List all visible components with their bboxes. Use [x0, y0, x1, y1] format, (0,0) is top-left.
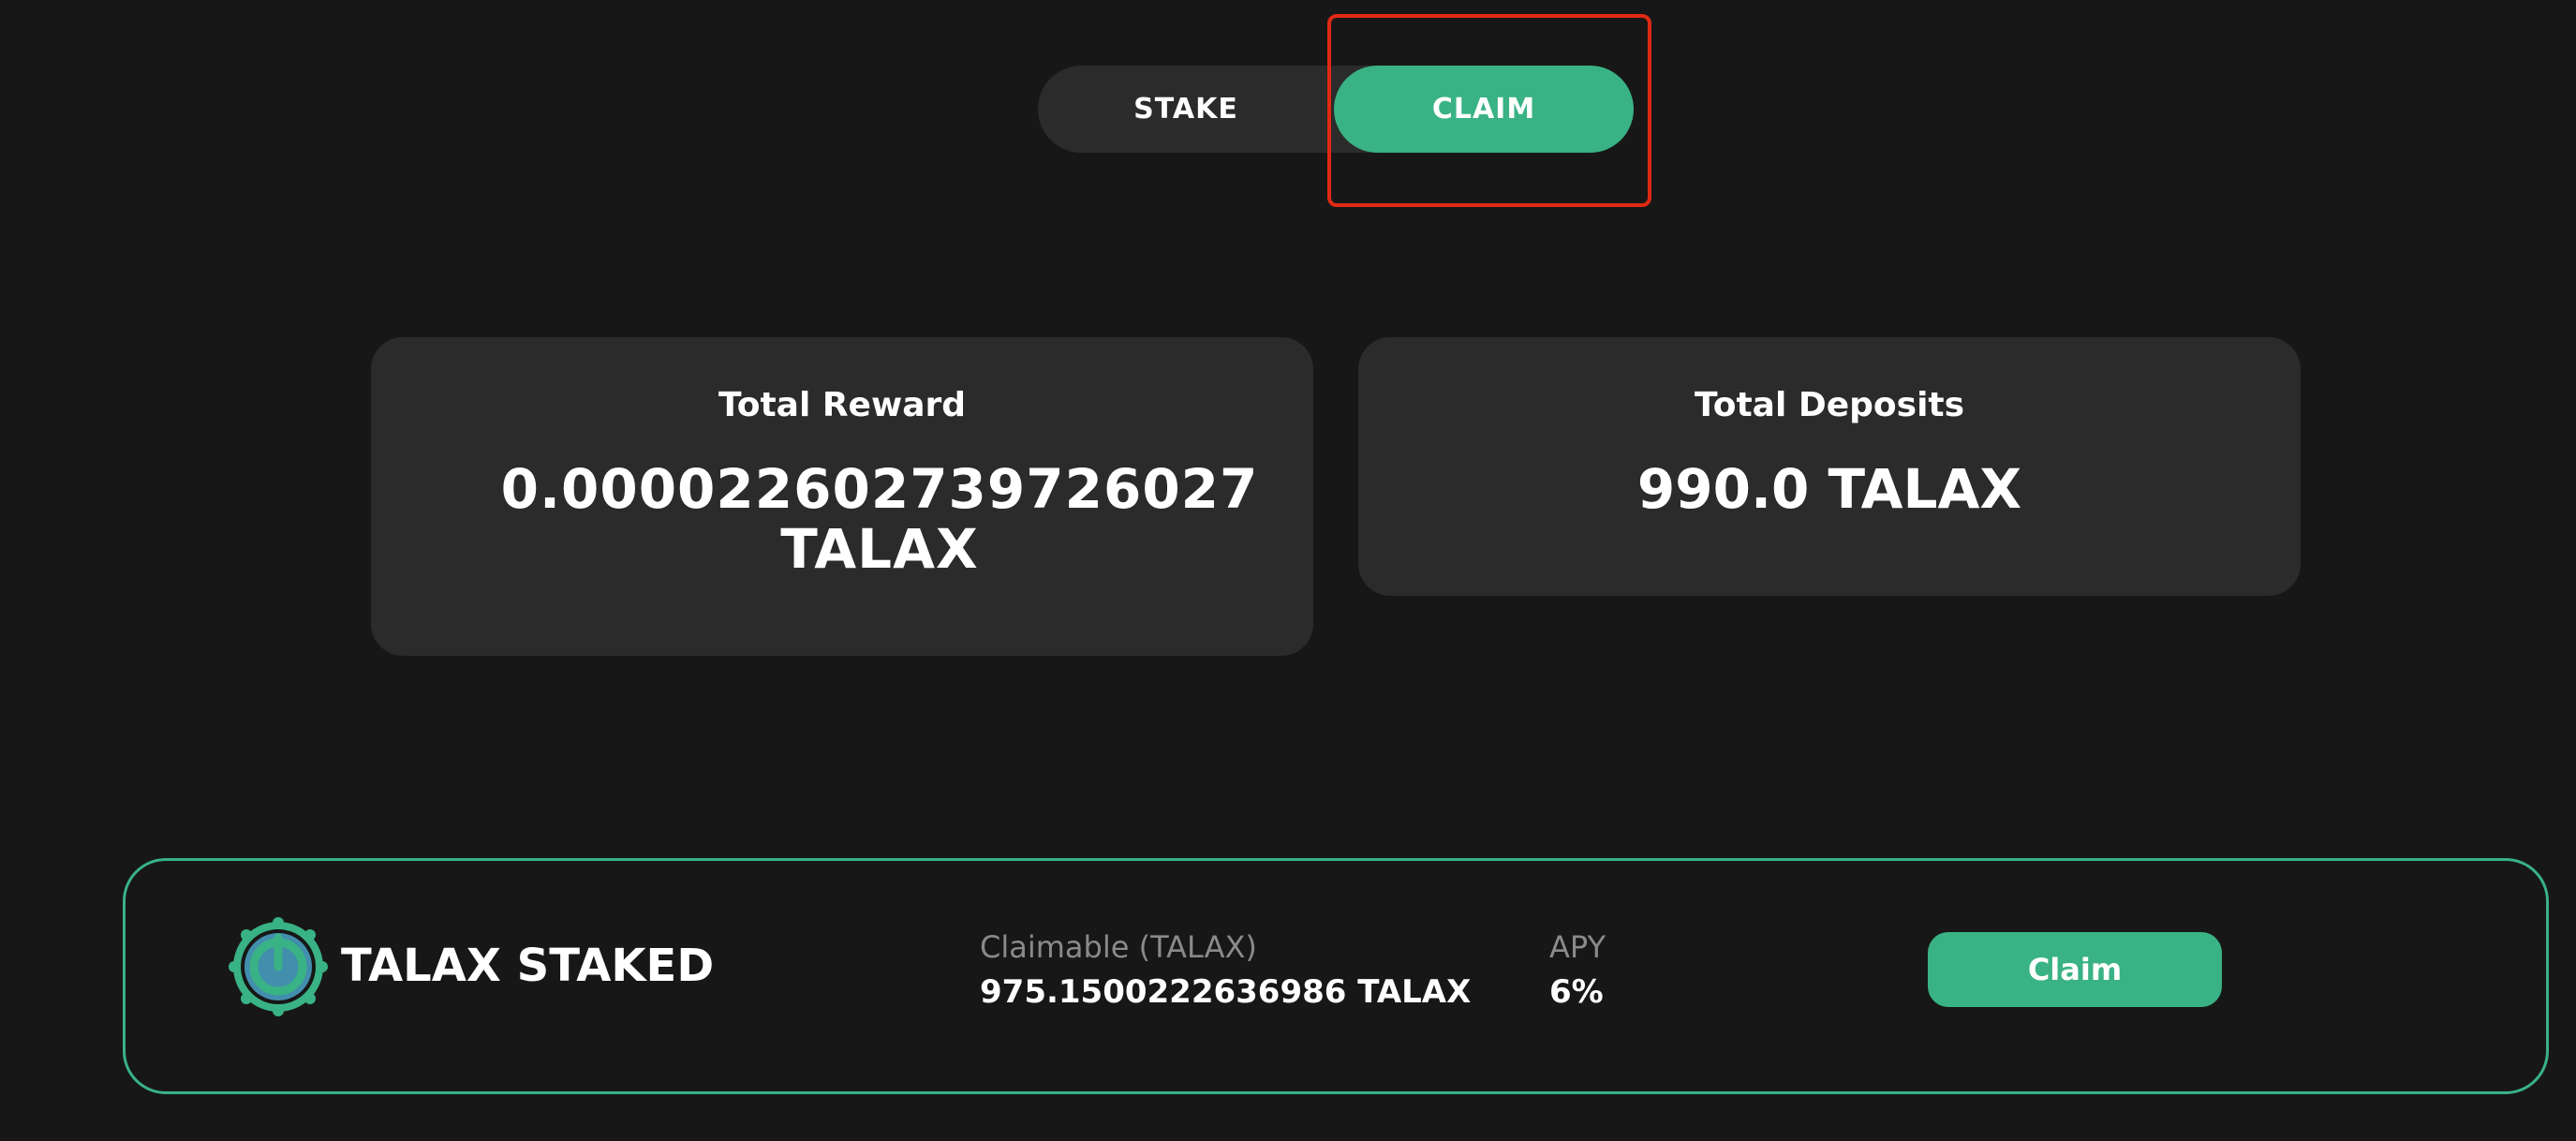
total-reward-title: Total Reward	[718, 386, 967, 424]
staked-title: TALAX STAKED	[341, 940, 715, 992]
total-deposits-title: Total Deposits	[1694, 386, 1965, 424]
talax-logo-icon	[227, 915, 330, 1018]
apy-value: 6%	[1549, 973, 1604, 1011]
apy-label: APY	[1549, 929, 1606, 965]
staking-page: STAKE CLAIM Total Reward 0.0000226027397…	[0, 0, 2576, 1141]
claimable-value: 975.1500222636986 TALAX	[980, 973, 1472, 1011]
claimable-label: Claimable (TALAX)	[980, 929, 1257, 965]
total-reward-value: 0.000022602739726027 TALAX	[500, 457, 1259, 581]
highlight-box	[1327, 14, 1651, 207]
total-deposits-card: Total Deposits 990.0 TALAX	[1358, 337, 2301, 596]
talax-staked-panel: TALAX STAKED Claimable (TALAX) 975.15002…	[123, 858, 2549, 1094]
claim-button[interactable]: Claim	[1928, 932, 2222, 1007]
total-reward-card: Total Reward 0.000022602739726027 TALAX	[371, 337, 1313, 656]
tab-stake[interactable]: STAKE	[1038, 66, 1334, 153]
total-deposits-value: 990.0 TALAX	[1636, 457, 2022, 521]
